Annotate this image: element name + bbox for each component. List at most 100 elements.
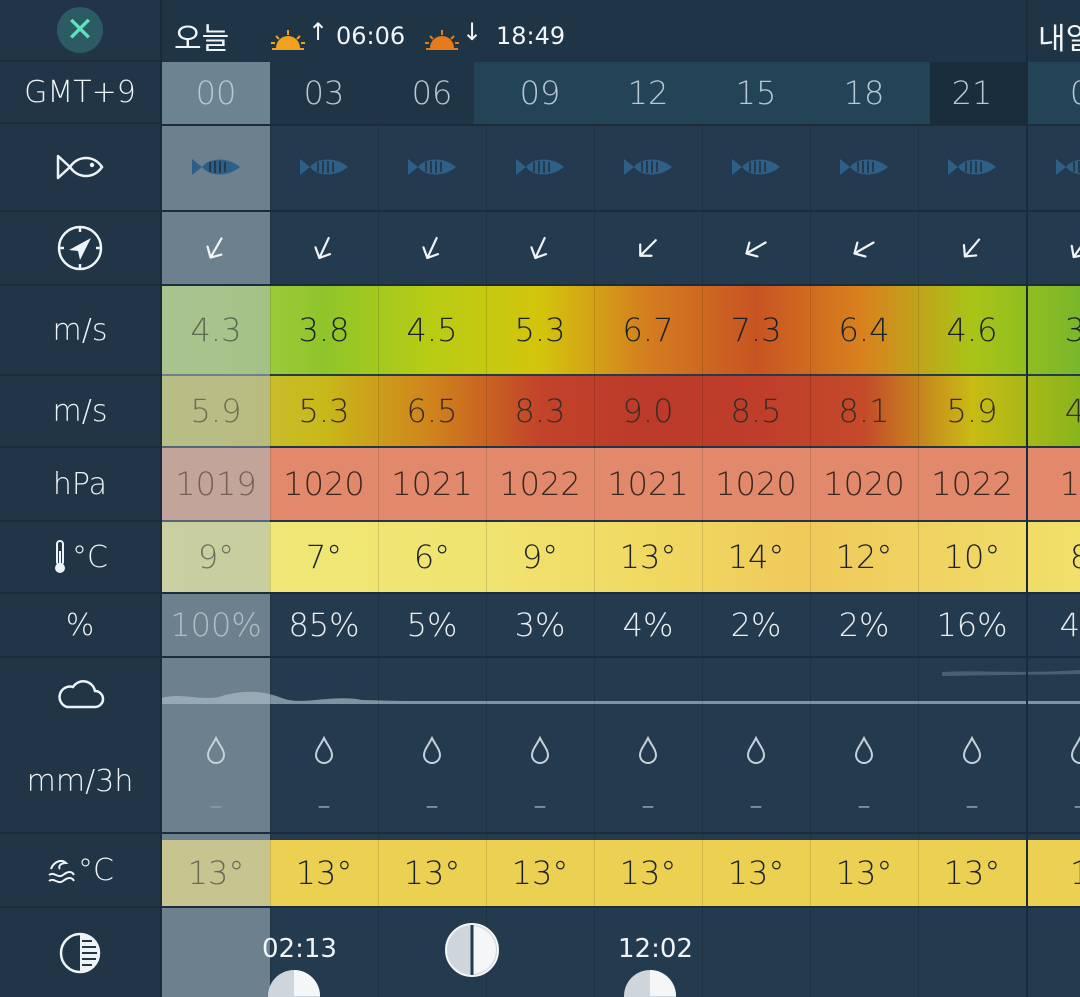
- wind-direction-arrow: [162, 212, 270, 284]
- day-header: 오늘 ↑ 06:06 ↓ 18:49 내일: [162, 0, 1080, 62]
- raindrop-icon: [746, 736, 766, 764]
- pressure-value: 1022: [499, 465, 581, 503]
- raindrop-icon: [314, 736, 334, 764]
- precipitation-icon: [1026, 730, 1080, 770]
- fish-icon: [408, 159, 456, 175]
- wave-temperature-icon: [48, 860, 75, 884]
- pressure-value: 1020: [715, 465, 797, 503]
- precipitation-icon: [702, 730, 810, 770]
- fish-activity-icon: [378, 124, 486, 210]
- humidity-value: 44: [1059, 606, 1080, 644]
- wind-direction-arrow: [702, 212, 810, 284]
- hour-label[interactable]: 21: [918, 62, 1026, 124]
- sea-temperature-value: 13°: [403, 854, 461, 892]
- moon-time-1: 02:13: [262, 934, 337, 964]
- fish-activity-icon: [918, 124, 1026, 210]
- wind-arrow-icon: [422, 236, 440, 260]
- fish-icon: [192, 159, 240, 175]
- gust-speed-value: 8.5: [730, 392, 782, 430]
- temperature-value: 9°: [521, 538, 559, 576]
- wind-direction-arrow: [270, 212, 378, 284]
- hour-label[interactable]: 06: [378, 62, 486, 124]
- gust-speed-value: 8.1: [838, 392, 890, 430]
- gust-speed-value: 8.3: [514, 392, 566, 430]
- sunset-time: 18:49: [496, 22, 566, 50]
- wind-arrow-icon: [853, 241, 875, 258]
- today-label: 오늘: [174, 22, 230, 57]
- half-moon-icon: [445, 923, 499, 977]
- moon-phase-icon: [59, 932, 101, 973]
- day-divider: [1026, 0, 1028, 997]
- precipitation-icon: [162, 730, 270, 770]
- compass-icon: [57, 225, 103, 271]
- fish-activity-icon: [594, 124, 702, 210]
- hour-label[interactable]: 0: [1026, 62, 1080, 124]
- precipitation-icon: [594, 730, 702, 770]
- fish-icon: [948, 159, 996, 175]
- temperature-value: 13°: [619, 538, 677, 576]
- precipitation-icon: [270, 730, 378, 770]
- gust-speed-value: 6.5: [406, 392, 458, 430]
- hour-label[interactable]: 15: [702, 62, 810, 124]
- wind-direction-arrow: [486, 212, 594, 284]
- wind-speed-value: 6.4: [838, 311, 890, 349]
- wind-speed-value: 4.6: [946, 311, 998, 349]
- fish-icon: [516, 159, 564, 175]
- humidity-unit: %: [0, 594, 160, 658]
- wind-speed-value: 4.5: [406, 311, 458, 349]
- precipitation-unit: mm/3h: [0, 730, 160, 834]
- fish-icon: [300, 159, 348, 175]
- gust-speed-value: 5.3: [298, 392, 350, 430]
- temperature-value: 9°: [197, 538, 235, 576]
- humidity-value: 4%: [622, 606, 674, 644]
- hour-label[interactable]: 18: [810, 62, 918, 124]
- moon-time-2: 12:02: [618, 934, 693, 964]
- hour-label[interactable]: 00: [162, 62, 270, 124]
- wind-arrow-icon: [745, 241, 767, 258]
- next-day-label: 내일: [1038, 22, 1080, 57]
- wind-speed-value: 6.7: [622, 311, 674, 349]
- hour-label[interactable]: 03: [270, 62, 378, 124]
- wind-speed-value: 7.3: [730, 311, 782, 349]
- pressure-value: 1022: [931, 465, 1013, 503]
- raindrop-icon: [422, 736, 442, 764]
- temperature-value: 14°: [727, 538, 785, 576]
- thermometer-icon: [55, 540, 66, 573]
- sea-temperature-value: 13°: [727, 854, 785, 892]
- wind-speed-value: 3.8: [298, 311, 350, 349]
- sea-temperature-value: 13°: [295, 854, 353, 892]
- moon-phase-small-2: [624, 970, 676, 997]
- sunset-icon: [425, 30, 459, 50]
- hour-label[interactable]: 12: [594, 62, 702, 124]
- temperature-unit: °C: [72, 539, 108, 575]
- sea-temperature-value: 13°: [943, 854, 1001, 892]
- close-button[interactable]: ✕: [57, 7, 103, 53]
- sea-temperature-value: 13°: [187, 854, 245, 892]
- gust-speed-value: 4.: [1064, 392, 1080, 430]
- moon-label: [0, 908, 160, 997]
- humidity-value: 3%: [514, 606, 566, 644]
- fish-activity-label: [0, 124, 160, 212]
- gust-speed-value: 5.9: [946, 392, 998, 430]
- humidity-value: 85%: [288, 606, 360, 644]
- sea-temperature-unit: °C: [78, 852, 114, 888]
- hour-label[interactable]: 09: [486, 62, 594, 124]
- fish-icon: [1056, 159, 1080, 175]
- temperature-value: 6°: [413, 538, 451, 576]
- fish-icon: [56, 154, 104, 180]
- raindrop-icon: [530, 736, 550, 764]
- gust-speed-value: 5.9: [190, 392, 242, 430]
- sea-temperature-value: 13°: [511, 854, 569, 892]
- precipitation-value: –: [857, 791, 871, 821]
- fish-icon: [732, 159, 780, 175]
- precipitation-value: –: [425, 791, 439, 821]
- close-cell: ✕: [0, 0, 160, 62]
- temperature-value: 10°: [943, 538, 1001, 576]
- cloud-label: [0, 658, 160, 730]
- raindrop-icon: [962, 736, 982, 764]
- sunrise-arrow: ↑: [308, 18, 329, 46]
- precipitation-value: –: [317, 791, 331, 821]
- pressure-value: 10: [1059, 465, 1080, 503]
- raindrop-icon: [206, 736, 226, 764]
- pressure-value: 1021: [391, 465, 473, 503]
